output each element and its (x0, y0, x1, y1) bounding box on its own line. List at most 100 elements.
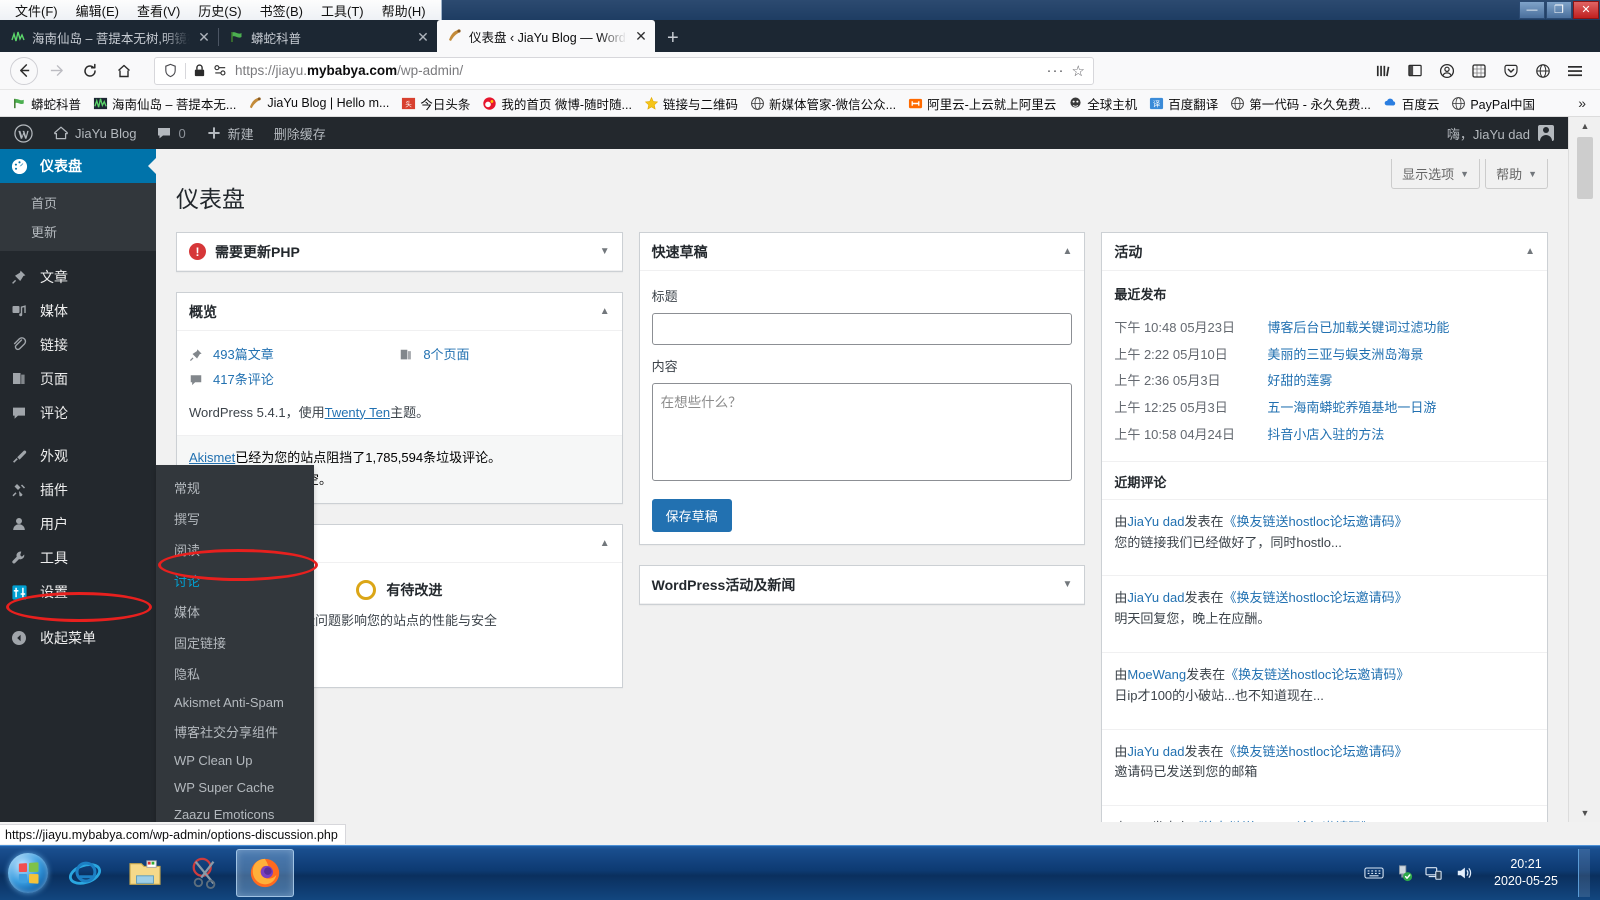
screen-options-button[interactable]: 显示选项 ▼ (1391, 159, 1481, 189)
chevron-up-icon[interactable]: ▲ (600, 538, 610, 549)
sidebar-item-settings[interactable]: 设置 (0, 575, 156, 609)
sidebar-item-users[interactable]: 用户 (0, 507, 156, 541)
scrollbar-thumb[interactable] (1577, 137, 1593, 199)
bookmark-item[interactable]: 我的首页 微博-随时随... (476, 92, 638, 115)
glance-theme-link[interactable]: Twenty Ten (325, 405, 391, 420)
chevron-down-icon[interactable]: ▼ (1062, 579, 1072, 590)
flyout-item-general[interactable]: 常规 (156, 472, 314, 503)
usb-safe-remove-icon[interactable] (1394, 863, 1414, 883)
flyout-item-privacy[interactable]: 隐私 (156, 658, 314, 689)
menu-tools[interactable]: 工具(T) (312, 0, 373, 21)
browser-tab-1[interactable]: 海南仙岛 – 菩提本无树,明镜亦 ✕ (0, 22, 218, 52)
activity-post-link[interactable]: 好甜的莲雾 (1267, 371, 1332, 392)
help-button[interactable]: 帮助 ▼ (1485, 159, 1548, 189)
menu-history[interactable]: 历史(S) (189, 0, 250, 21)
menu-file[interactable]: 文件(F) (6, 0, 67, 21)
sidebar-collapse-button[interactable]: 收起菜单 (0, 621, 156, 655)
flyout-item-media[interactable]: 媒体 (156, 596, 314, 627)
address-bar[interactable]: https://jiayu.mybabya.com/wp-admin/ ··· … (154, 56, 1094, 85)
bookmark-item[interactable]: 百度云 (1377, 92, 1446, 115)
sidebar-icon[interactable] (1400, 57, 1430, 85)
sidebar-item-pages[interactable]: 页面 (0, 362, 156, 396)
page-actions-button[interactable]: ··· (1047, 62, 1065, 79)
bookmark-star-icon[interactable]: ☆ (1072, 62, 1085, 80)
browser-tab-2[interactable]: 蟒蛇科普 ✕ (219, 22, 437, 52)
chevron-up-icon[interactable]: ▲ (600, 306, 610, 317)
shield-icon[interactable] (163, 63, 178, 78)
close-button[interactable]: ✕ (1573, 1, 1599, 19)
bookmark-item[interactable]: JiaYu Blog | Hello m... (242, 94, 395, 113)
activity-post-link[interactable]: 美丽的三亚与蜈支洲岛海景 (1267, 345, 1423, 366)
comment-author-link[interactable]: JiaYu dad (1127, 590, 1184, 605)
scroll-down-arrow[interactable]: ▼ (1569, 804, 1600, 822)
comment-post-link[interactable]: 《换友链送hostloc论坛邀请码》 (1225, 667, 1409, 682)
activity-header[interactable]: 活动 ▲ (1102, 233, 1548, 271)
show-desktop-button[interactable] (1578, 849, 1590, 897)
flyout-item-akismet[interactable]: Akismet Anti-Spam (156, 689, 314, 716)
submenu-item-home[interactable]: 首页 (0, 188, 156, 217)
close-icon[interactable]: ✕ (633, 28, 649, 45)
wordpress-logo-icon[interactable] (4, 117, 43, 149)
close-icon[interactable]: ✕ (415, 29, 431, 46)
bookmark-item[interactable]: 新媒体管家-微信公众... (744, 92, 902, 115)
pocket-icon[interactable] (1496, 57, 1526, 85)
taskbar-button-file-explorer[interactable] (116, 849, 174, 897)
comment-post-link[interactable]: 《换友链送hostloc论坛邀请码》 (1223, 514, 1407, 529)
taskbar-button-snipping-tool[interactable] (176, 849, 234, 897)
flyout-item-social-share[interactable]: 博客社交分享组件 (156, 716, 314, 747)
comment-post-link[interactable]: 《换友链送hostloc论坛邀请码》 (1223, 590, 1407, 605)
bookmark-item[interactable]: 海南仙岛 – 菩提本无... (87, 92, 242, 115)
bookmark-item[interactable]: 头今日头条 (395, 92, 476, 115)
bookmarks-overflow-button[interactable]: » (1570, 95, 1594, 111)
adminbar-clear-cache[interactable]: 删除缓存 (264, 117, 336, 149)
menu-help[interactable]: 帮助(H) (373, 0, 435, 21)
sidebar-item-media[interactable]: 媒体 (0, 294, 156, 328)
taskbar-clock[interactable]: 20:21 2020-05-25 (1484, 856, 1568, 890)
scroll-up-arrow[interactable]: ▲ (1569, 117, 1600, 135)
maximize-button[interactable]: ❐ (1546, 1, 1572, 19)
bookmark-item[interactable]: 第一代码 - 永久免费... (1224, 92, 1377, 115)
menu-bookmarks[interactable]: 书签(B) (251, 0, 312, 21)
activity-post-link[interactable]: 五一海南蟒蛇养殖基地一日游 (1267, 398, 1436, 419)
sidebar-item-appearance[interactable]: 外观 (0, 439, 156, 473)
activity-post-link[interactable]: 博客后台已加载关键词过滤功能 (1267, 318, 1449, 339)
lock-icon[interactable] (193, 63, 206, 78)
save-draft-button[interactable]: 保存草稿 (651, 499, 732, 533)
start-button[interactable] (2, 850, 54, 896)
submenu-item-updates[interactable]: 更新 (0, 217, 156, 246)
library-icon[interactable] (1368, 57, 1398, 85)
taskbar-button-internet-explorer[interactable] (56, 849, 114, 897)
flyout-item-wp-super-cache[interactable]: WP Super Cache (156, 774, 314, 801)
keyboard-icon[interactable] (1364, 863, 1384, 883)
glance-item-posts[interactable]: 493篇文章 (189, 343, 399, 368)
quick-draft-content-input[interactable] (651, 382, 1073, 481)
sidebar-item-tools[interactable]: 工具 (0, 541, 156, 575)
comment-post-link[interactable]: 《换友链送hostloc论坛邀请码》 (1223, 744, 1407, 759)
glance-item-comments[interactable]: 417条评论 (189, 368, 399, 393)
comment-author-link[interactable]: JiaYu dad (1127, 514, 1184, 529)
browser-tab-3[interactable]: 仪表盘 ‹ JiaYu Blog — WordP ✕ (437, 20, 655, 52)
quick-draft-title-input[interactable] (651, 312, 1073, 345)
glance-posts-link[interactable]: 493篇文章 (213, 345, 274, 366)
flyout-item-wp-clean-up[interactable]: WP Clean Up (156, 747, 314, 774)
php-update-header[interactable]: ! 需要更新PHP ▼ (177, 233, 622, 271)
bookmark-item[interactable]: 全球主机 (1062, 92, 1143, 115)
comment-author-link[interactable]: Link (1127, 820, 1151, 822)
flyout-item-discussion[interactable]: 讨论 (156, 565, 314, 596)
account-icon[interactable] (1432, 57, 1462, 85)
reload-button[interactable] (74, 57, 106, 85)
comment-author-link[interactable]: MoeWang (1127, 667, 1186, 682)
chevron-up-icon[interactable]: ▲ (1062, 246, 1072, 257)
bookmark-item[interactable]: 蟒蛇科普 (6, 92, 87, 115)
adminbar-site-name[interactable]: JiaYu Blog (43, 117, 146, 149)
close-icon[interactable]: ✕ (196, 29, 212, 46)
screenshot-icon[interactable] (1464, 57, 1494, 85)
at-a-glance-header[interactable]: 概览 ▲ (177, 293, 622, 331)
adminbar-account[interactable]: 嗨，JiaYu dad (1447, 124, 1568, 143)
flyout-item-reading[interactable]: 阅读 (156, 534, 314, 565)
sidebar-item-plugins[interactable]: 插件 (0, 473, 156, 507)
adminbar-new[interactable]: 新建 (196, 117, 264, 149)
network-icon[interactable] (1424, 863, 1444, 883)
permissions-icon[interactable] (213, 63, 228, 78)
minimize-button[interactable]: — (1519, 1, 1545, 19)
